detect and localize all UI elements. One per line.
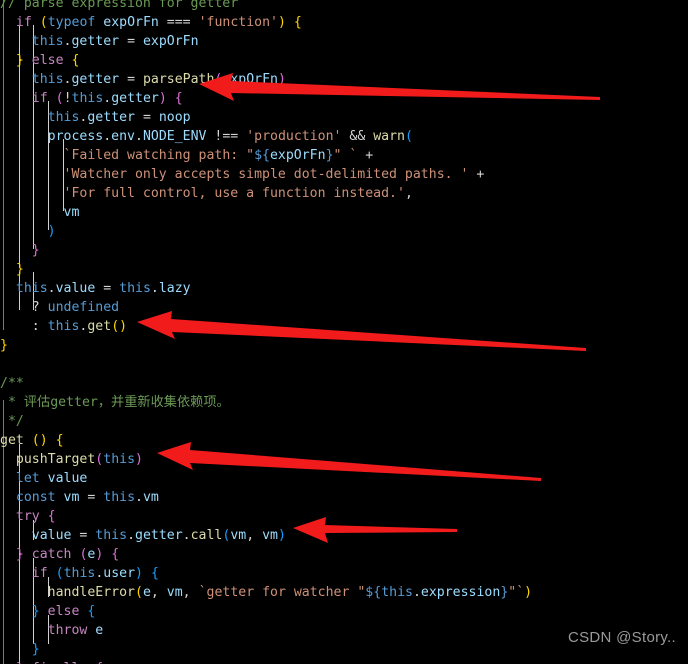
code-line[interactable]: // parse expression for getter (0, 0, 688, 13)
code-line[interactable]: ) (0, 222, 688, 241)
code-line[interactable]: } (0, 260, 688, 279)
code-token-comment: // parse expression for getter (0, 0, 239, 11)
code-line[interactable]: */ (0, 412, 688, 431)
code-line[interactable]: this.getter = parsePath(expOrFn) (0, 70, 688, 89)
code-line[interactable]: get () { (0, 431, 688, 450)
code-line[interactable]: this.value = this.lazy (0, 279, 688, 298)
code-screenshot: // parse expression for getter if (typeo… (0, 0, 688, 664)
code-line[interactable]: } (0, 336, 688, 355)
code-line[interactable]: try { (0, 507, 688, 526)
code-editor[interactable]: // parse expression for getter if (typeo… (0, 0, 688, 664)
code-line[interactable]: this.getter = noop (0, 108, 688, 127)
code-token-comment: * 评估getter，并重新收集依赖项。 (0, 395, 230, 410)
code-line[interactable]: } else { (0, 602, 688, 621)
code-line[interactable]: 'For full control, use a function instea… (0, 184, 688, 203)
code-line[interactable]: } else { (0, 51, 688, 70)
code-line[interactable]: if (!this.getter) { (0, 89, 688, 108)
code-line[interactable]: 'Watcher only accepts simple dot-delimit… (0, 165, 688, 184)
code-line[interactable]: `Failed watching path: "${expOrFn}" ` + (0, 146, 688, 165)
code-line[interactable]: } catch (e) { (0, 545, 688, 564)
code-line[interactable]: } (0, 241, 688, 260)
code-line[interactable]: pushTarget(this) (0, 450, 688, 469)
code-line[interactable]: process.env.NODE_ENV !== 'production' &&… (0, 127, 688, 146)
code-line[interactable]: const vm = this.vm (0, 488, 688, 507)
code-token-comment: /** (0, 376, 24, 391)
csdn-watermark: CSDN @Story.. (567, 629, 676, 646)
code-line[interactable]: handleError(e, vm, `getter for watcher "… (0, 583, 688, 602)
code-line[interactable]: /** (0, 374, 688, 393)
code-lines[interactable]: // parse expression for getter if (typeo… (0, 0, 688, 664)
code-token-comment: */ (0, 414, 24, 429)
code-line[interactable]: } finally { (0, 659, 688, 664)
code-line[interactable]: this.getter = expOrFn (0, 32, 688, 51)
code-line[interactable]: vm (0, 203, 688, 222)
code-line[interactable]: value = this.getter.call(vm, vm) (0, 526, 688, 545)
code-line[interactable]: * 评估getter，并重新收集依赖项。 (0, 393, 688, 412)
code-line[interactable]: if (typeof expOrFn === 'function') { (0, 13, 688, 32)
code-line[interactable]: let value (0, 469, 688, 488)
code-line[interactable]: ? undefined (0, 298, 688, 317)
code-line[interactable]: if (this.user) { (0, 564, 688, 583)
code-line[interactable]: : this.get() (0, 317, 688, 336)
